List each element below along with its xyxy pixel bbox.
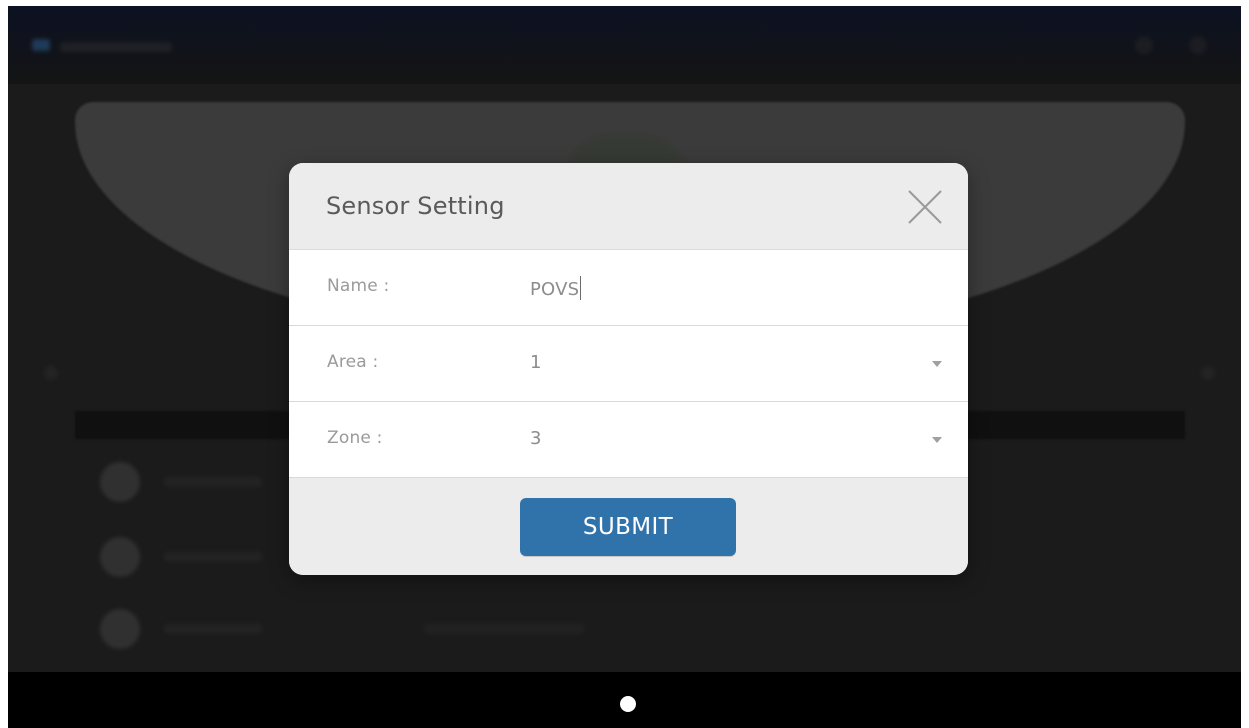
background-avatar (100, 537, 140, 577)
name-input[interactable]: POVS (530, 276, 582, 300)
background-avatar (100, 609, 140, 649)
close-icon (908, 190, 942, 224)
background-topbar-icon (1189, 36, 1207, 54)
background-list-secondary-text (424, 624, 584, 634)
zone-select-value[interactable]: 3 (530, 428, 542, 449)
dialog-header: Sensor Setting (289, 163, 968, 250)
zone-row[interactable]: Zone : 3 (289, 402, 968, 478)
screen: Sensor Setting Name : POVS Area : 1 Zone… (0, 0, 1249, 728)
background-list-item (94, 598, 1174, 660)
area-select-value[interactable]: 1 (530, 352, 542, 373)
name-input-value: POVS (530, 279, 580, 300)
name-row: Name : POVS (289, 250, 968, 326)
name-label: Name : (327, 276, 390, 296)
chevron-down-icon[interactable] (932, 361, 942, 367)
background-topbar-icon (1135, 36, 1153, 54)
area-label: Area : (327, 352, 379, 372)
page-indicator-dot[interactable] (620, 696, 636, 712)
zone-label: Zone : (327, 428, 383, 448)
dialog-title: Sensor Setting (326, 192, 505, 220)
background-title-placeholder (60, 42, 172, 52)
background-avatar (100, 462, 140, 502)
background-list-text (164, 552, 262, 562)
submit-button[interactable]: SUBMIT (520, 498, 736, 556)
dialog-body: Name : POVS Area : 1 Zone : 3 (289, 250, 968, 478)
background-list-text (164, 624, 262, 634)
area-row[interactable]: Area : 1 (289, 326, 968, 402)
dialog-footer: SUBMIT (289, 478, 968, 575)
chevron-down-icon[interactable] (932, 437, 942, 443)
text-cursor (580, 276, 582, 300)
background-nav-right-icon (1201, 366, 1215, 380)
background-nav-left-icon (44, 366, 58, 380)
background-list-text (164, 477, 262, 487)
background-logo (32, 39, 50, 51)
sensor-setting-dialog: Sensor Setting Name : POVS Area : 1 Zone… (289, 163, 968, 575)
close-button[interactable] (905, 187, 945, 227)
background-topbar (8, 6, 1241, 84)
